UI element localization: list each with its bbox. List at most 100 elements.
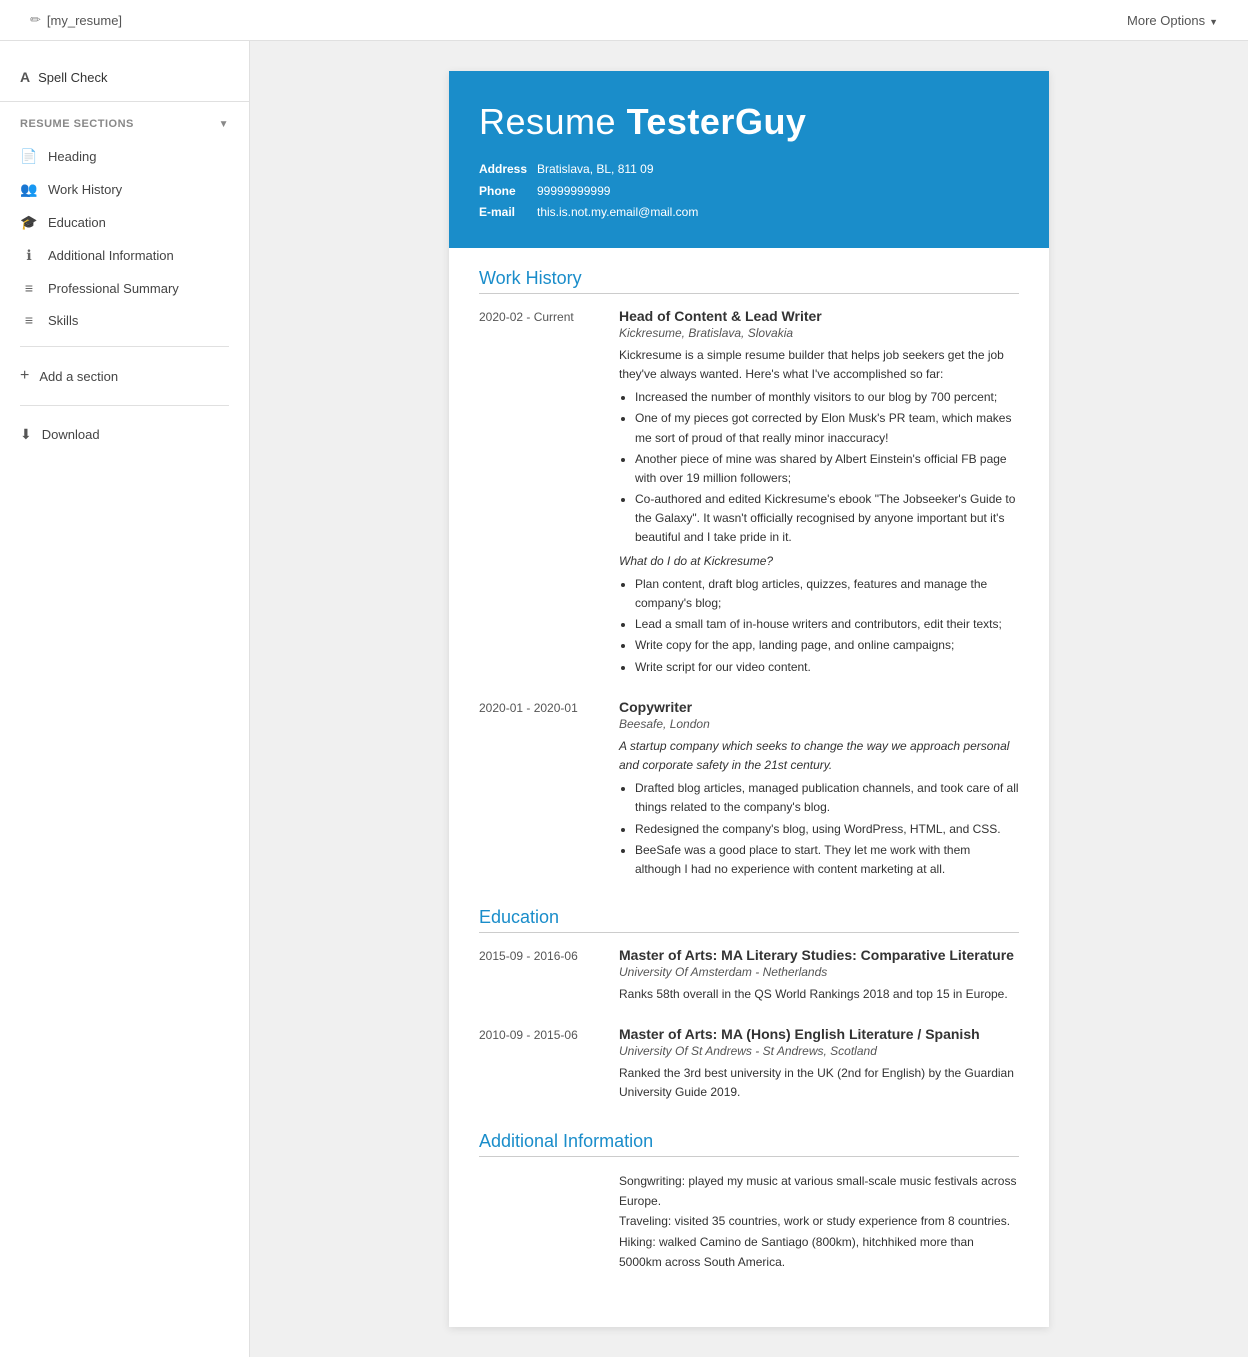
work-entry-1-content: Head of Content & Lead Writer Kickresume…: [619, 308, 1019, 681]
additional-entry-1: Songwriting: played my music at various …: [479, 1171, 1019, 1273]
more-options-button[interactable]: More Options: [1127, 13, 1218, 28]
education-section: Education 2015-09 - 2016-06 Master of Ar…: [479, 907, 1019, 1107]
address-label: Address: [479, 159, 529, 181]
filename-label[interactable]: [my_resume]: [47, 13, 122, 28]
additional-item-1: Songwriting: played my music at various …: [619, 1171, 1019, 1212]
work-entry-2-dates: 2020-01 - 2020-01: [479, 699, 609, 883]
download-button[interactable]: ⬇ Download: [0, 416, 249, 453]
work-entry-1-dates: 2020-02 - Current: [479, 308, 609, 681]
work-entry-1: 2020-02 - Current Head of Content & Lead…: [479, 308, 1019, 681]
sidebar-item-additional-info[interactable]: ℹ Additional Information: [0, 239, 249, 272]
edu-entry-2-dates: 2010-09 - 2015-06: [479, 1026, 609, 1106]
edu-entry-1-dates: 2015-09 - 2016-06: [479, 947, 609, 1008]
work-entry-1-bullets: Increased the number of monthly visitors…: [635, 388, 1019, 548]
work-entry-1-subtitle: Kickresume, Bratislava, Slovakia: [619, 326, 1019, 340]
work-history-title: Work History: [479, 268, 1019, 294]
chevron-down-icon: [1209, 13, 1218, 28]
content-area: Resume TesterGuy Address Bratislava, BL,…: [250, 41, 1248, 1357]
work-entry-2-content: Copywriter Beesafe, London A startup com…: [619, 699, 1019, 883]
resume-sections-header: RESUME SECTIONS ▼: [0, 102, 249, 140]
work-entry-2-title: Copywriter: [619, 699, 1019, 715]
sidebar-item-professional-summary-label: Professional Summary: [48, 281, 179, 296]
list-item: Plan content, draft blog articles, quizz…: [635, 575, 1019, 613]
download-label: Download: [42, 427, 100, 442]
phone-label: Phone: [479, 181, 529, 203]
edu-entry-1-title: Master of Arts: MA Literary Studies: Com…: [619, 947, 1019, 963]
list-item: Write script for our video content.: [635, 658, 1019, 677]
edu-entry-2-content: Master of Arts: MA (Hons) English Litera…: [619, 1026, 1019, 1106]
list-item: One of my pieces got corrected by Elon M…: [635, 409, 1019, 447]
phone-value: 99999999999: [537, 181, 610, 203]
list-item: Drafted blog articles, managed publicati…: [635, 779, 1019, 817]
sidebar-item-education-label: Education: [48, 215, 106, 230]
add-section-button[interactable]: + Add a section: [0, 357, 249, 395]
sidebar-item-heading[interactable]: 📄 Heading: [0, 140, 249, 173]
additional-info-icon: ℹ: [20, 247, 38, 264]
work-entry-2: 2020-01 - 2020-01 Copywriter Beesafe, Lo…: [479, 699, 1019, 883]
sidebar-item-professional-summary[interactable]: ≡ Professional Summary: [0, 272, 249, 304]
professional-summary-icon: ≡: [20, 280, 38, 296]
sidebar-item-work-history[interactable]: 👥 Work History: [0, 173, 249, 206]
work-entry-1-sub-bullets: Plan content, draft blog articles, quizz…: [635, 575, 1019, 677]
work-entry-2-intro: A startup company which seeks to change …: [619, 737, 1019, 775]
edu-entry-1-body: Ranks 58th overall in the QS World Ranki…: [619, 985, 1019, 1004]
additional-info-section: Additional Information Songwriting: play…: [479, 1131, 1019, 1273]
sections-toggle-icon[interactable]: ▼: [219, 119, 229, 130]
skills-icon: ≡: [20, 312, 38, 328]
work-entry-2-body: A startup company which seeks to change …: [619, 737, 1019, 879]
list-item: Write copy for the app, landing page, an…: [635, 636, 1019, 655]
work-entry-2-subtitle: Beesafe, London: [619, 717, 1019, 731]
list-item: Increased the number of monthly visitors…: [635, 388, 1019, 407]
spell-check-icon: A: [20, 69, 30, 85]
sidebar-item-work-history-label: Work History: [48, 182, 122, 197]
sidebar-item-skills-label: Skills: [48, 313, 78, 328]
email-value: this.is.not.my.email@mail.com: [537, 202, 698, 224]
sidebar-item-heading-label: Heading: [48, 149, 96, 164]
resume-body: Work History 2020-02 - Current Head of C…: [449, 248, 1049, 1327]
sidebar-item-additional-info-label: Additional Information: [48, 248, 174, 263]
top-bar: [my_resume] More Options: [0, 0, 1248, 41]
work-history-section: Work History 2020-02 - Current Head of C…: [479, 268, 1019, 883]
resume-title-prefix: Resume: [479, 101, 627, 142]
list-item: Co-authored and edited Kickresume's eboo…: [635, 490, 1019, 548]
filename-area[interactable]: [my_resume]: [30, 12, 122, 28]
additional-content: Songwriting: played my music at various …: [619, 1171, 1019, 1273]
more-options-label: More Options: [1127, 13, 1205, 28]
sidebar-item-education[interactable]: 🎓 Education: [0, 206, 249, 239]
download-icon: ⬇: [20, 426, 32, 443]
work-entry-1-subheading: What do I do at Kickresume?: [619, 552, 1019, 571]
sidebar-item-skills[interactable]: ≡ Skills: [0, 304, 249, 336]
list-item: BeeSafe was a good place to start. They …: [635, 841, 1019, 879]
work-entry-1-title: Head of Content & Lead Writer: [619, 308, 1019, 324]
contact-address-row: Address Bratislava, BL, 811 09: [479, 159, 1019, 181]
sidebar-divider-2: [20, 405, 229, 406]
resume-header: Resume TesterGuy Address Bratislava, BL,…: [449, 71, 1049, 248]
edu-entry-2: 2010-09 - 2015-06 Master of Arts: MA (Ho…: [479, 1026, 1019, 1106]
resume-title-name: TesterGuy: [627, 101, 807, 142]
additional-item-2: Traveling: visited 35 countries, work or…: [619, 1211, 1019, 1231]
email-label: E-mail: [479, 202, 529, 224]
resume-title: Resume TesterGuy: [479, 101, 1019, 143]
edu-entry-2-subtitle: University Of St Andrews - St Andrews, S…: [619, 1044, 1019, 1058]
list-item: Redesigned the company's blog, using Wor…: [635, 820, 1019, 839]
add-section-plus-icon: +: [20, 367, 29, 385]
add-section-label: Add a section: [39, 369, 118, 384]
spell-check-label: Spell Check: [38, 70, 107, 85]
edu-entry-1-desc: Ranks 58th overall in the QS World Ranki…: [619, 985, 1019, 1004]
contact-email-row: E-mail this.is.not.my.email@mail.com: [479, 202, 1019, 224]
edu-entry-1: 2015-09 - 2016-06 Master of Arts: MA Lit…: [479, 947, 1019, 1008]
edu-entry-1-content: Master of Arts: MA Literary Studies: Com…: [619, 947, 1019, 1008]
sidebar: A Spell Check RESUME SECTIONS ▼ 📄 Headin…: [0, 41, 250, 1357]
resume-contact: Address Bratislava, BL, 811 09 Phone 999…: [479, 159, 1019, 224]
list-item: Lead a small tam of in-house writers and…: [635, 615, 1019, 634]
sidebar-divider-1: [20, 346, 229, 347]
resume-card: Resume TesterGuy Address Bratislava, BL,…: [449, 71, 1049, 1327]
edu-entry-2-title: Master of Arts: MA (Hons) English Litera…: [619, 1026, 1019, 1042]
additional-dates-placeholder: [479, 1171, 609, 1273]
edu-entry-1-subtitle: University Of Amsterdam - Netherlands: [619, 965, 1019, 979]
contact-phone-row: Phone 99999999999: [479, 181, 1019, 203]
additional-item-3: Hiking: walked Camino de Santiago (800km…: [619, 1232, 1019, 1273]
spell-check-item[interactable]: A Spell Check: [0, 61, 249, 102]
main-layout: A Spell Check RESUME SECTIONS ▼ 📄 Headin…: [0, 41, 1248, 1357]
additional-info-title: Additional Information: [479, 1131, 1019, 1157]
